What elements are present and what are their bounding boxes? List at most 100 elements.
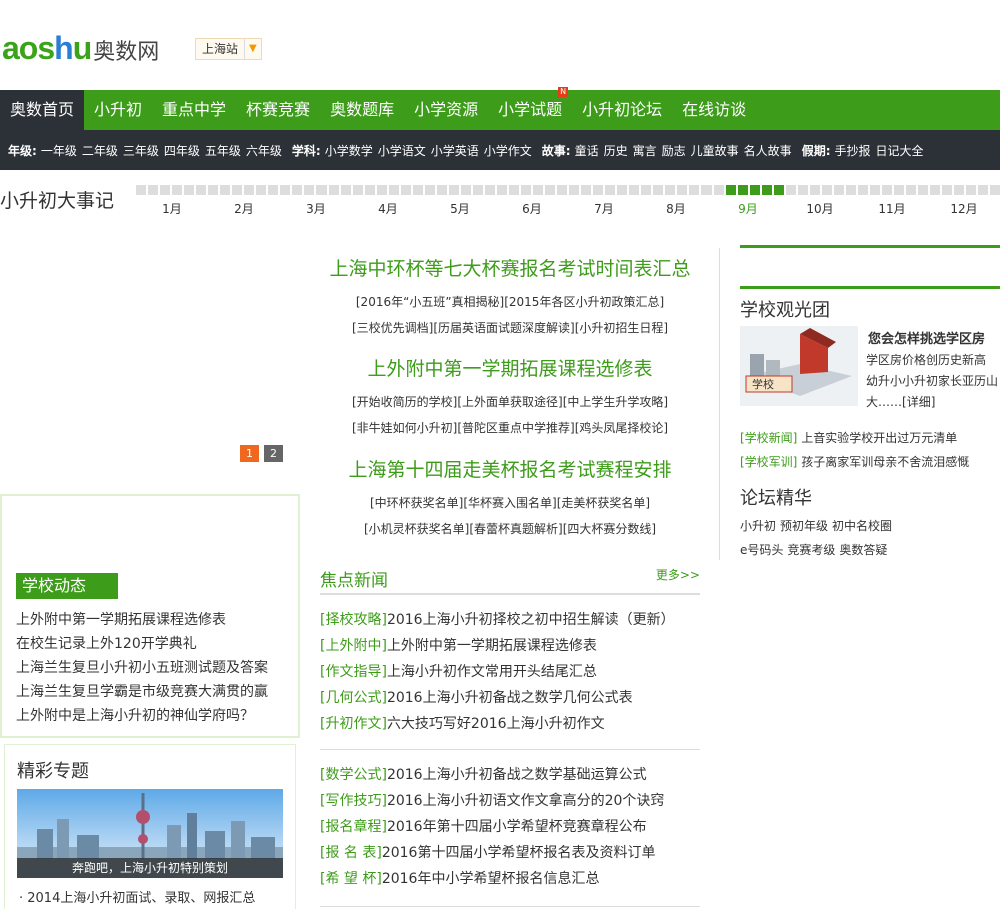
forum-link[interactable]: 竞赛考级	[787, 543, 835, 557]
news-tag[interactable]: [升初作文]	[320, 716, 387, 732]
subnav-link[interactable]: 寓言	[633, 142, 657, 159]
headline-title[interactable]: 上外附中第一学期拓展课程选修表	[320, 354, 700, 381]
subnav-link[interactable]: 小学语文	[378, 142, 426, 159]
focus-news-more-link[interactable]: 更多>>	[656, 566, 700, 583]
headline-link[interactable]: [春蕾杯真题解析]	[469, 522, 562, 536]
feature-more-link[interactable]: [详细]	[902, 395, 935, 409]
timeline-month[interactable]: 9月	[712, 200, 784, 217]
news-tag[interactable]: [几何公式]	[320, 690, 387, 706]
headline-link[interactable]: [非牛娃如何小升初]	[352, 421, 457, 435]
subnav-link[interactable]: 小学数学	[325, 142, 373, 159]
headline-link[interactable]: [中上学生升学攻略]	[563, 395, 668, 409]
timeline-month[interactable]: 10月	[784, 200, 856, 217]
news-tag[interactable]: [数学公式]	[320, 767, 387, 783]
nav-item[interactable]: 小学试题 N	[488, 87, 572, 130]
site-logo[interactable]: aoshu 奥数网	[2, 30, 159, 67]
forum-link[interactable]: 初中名校圈	[832, 519, 892, 533]
headline-link[interactable]: [三校优先调档]	[352, 321, 433, 335]
nav-item[interactable]: 在线访谈	[672, 90, 756, 130]
city-selector[interactable]: 上海站 ▼	[195, 38, 262, 60]
pager-page-1[interactable]: 1	[240, 445, 259, 462]
news-title[interactable]: 2016上海小升初备战之数学几何公式表	[387, 690, 633, 706]
headline-title[interactable]: 上海中环杯等七大杯赛报名考试时间表汇总	[320, 254, 700, 281]
topic-list-item[interactable]: · 2014上海小升初面试、录取、网报汇总	[19, 887, 255, 906]
subnav-link[interactable]: 四年级	[164, 142, 200, 159]
headline-link[interactable]: [历届英语面试题深度解读]	[433, 321, 574, 335]
subnav-link[interactable]: 二年级	[82, 142, 118, 159]
news-tag[interactable]: [作文指导]	[320, 664, 387, 680]
headline-link[interactable]: [小机灵杯获奖名单]	[364, 522, 469, 536]
subnav-link[interactable]: 一年级	[41, 142, 77, 159]
nav-item[interactable]: 小升初论坛	[572, 90, 672, 130]
news-title[interactable]: 上海小升初作文常用开头结尾汇总	[387, 664, 597, 680]
subnav-link[interactable]: 历史	[604, 142, 628, 159]
news-title[interactable]: 2016年第十四届小学希望杯竞赛章程公布	[387, 819, 647, 835]
subnav-link[interactable]: 童话	[575, 142, 599, 159]
headline-link[interactable]: [中环杯获奖名单]	[370, 496, 463, 510]
nav-item[interactable]: 小升初	[84, 90, 152, 130]
nav-item[interactable]: 奥数首页	[0, 90, 85, 130]
list-item[interactable]: 上海兰生复旦学霸是市级竞赛大满贯的赢	[16, 680, 268, 704]
headline-link[interactable]: [鸡头凤尾择校论]	[575, 421, 668, 435]
nav-item[interactable]: 重点中学	[152, 90, 236, 130]
news-item[interactable]: [作文指导]上海小升初作文常用开头结尾汇总	[320, 659, 700, 685]
subnav-link[interactable]: 励志	[662, 142, 686, 159]
subnav-link[interactable]: 小学作文	[484, 142, 532, 159]
news-tag[interactable]: [报名章程]	[320, 819, 387, 835]
subnav-link[interactable]: 手抄报	[835, 142, 871, 159]
news-title[interactable]: 上外附中第一学期拓展课程选修表	[387, 638, 597, 654]
list-item[interactable]: 上外附中是上海小升初的神仙学府吗？	[16, 704, 268, 728]
headline-link[interactable]: [2015年各区小升初政策汇总]	[504, 295, 664, 309]
news-item[interactable]: [报 名 表]2016第十四届小学希望杯报名表及资料订单	[320, 840, 700, 866]
timeline-month[interactable]: 2月	[208, 200, 280, 217]
pager-page-2[interactable]: 2	[264, 445, 283, 462]
headline-link[interactable]: [小升初招生日程]	[575, 321, 668, 335]
timeline-month[interactable]: 5月	[424, 200, 496, 217]
subnav-link[interactable]: 六年级	[246, 142, 282, 159]
news-item[interactable]: [报名章程]2016年第十四届小学希望杯竞赛章程公布	[320, 814, 700, 840]
news-item[interactable]: [写作技巧]2016上海小升初语文作文拿高分的20个诀窍	[320, 788, 700, 814]
news-tag[interactable]: [上外附中]	[320, 638, 387, 654]
timeline-month[interactable]: 3月	[280, 200, 352, 217]
nav-item[interactable]: 小学资源	[404, 90, 488, 130]
forum-link[interactable]: 奥数答疑	[839, 543, 887, 557]
forum-link[interactable]: 小升初	[740, 519, 776, 533]
headline-link[interactable]: [普陀区重点中学推荐]	[457, 421, 574, 435]
news-item[interactable]: [上外附中]上外附中第一学期拓展课程选修表	[320, 633, 700, 659]
news-title[interactable]: 2016上海小升初择校之初中招生解读（更新）	[387, 612, 675, 628]
news-item[interactable]: [升初作文]六大技巧写好2016上海小升初作文	[320, 711, 700, 737]
timeline-month[interactable]: 7月	[568, 200, 640, 217]
news-item[interactable]: [几何公式]2016上海小升初备战之数学几何公式表	[320, 685, 700, 711]
headline-link[interactable]: [2016年“小五班”真相揭秘]	[356, 295, 504, 309]
subnav-link[interactable]: 日记大全	[876, 142, 924, 159]
headline-link[interactable]: [华杯赛入围名单]	[463, 496, 556, 510]
news-tag[interactable]: [报 名 表]	[320, 845, 382, 861]
school-house-image[interactable]: 学校	[740, 326, 858, 406]
headline-link[interactable]: [开始收简历的学校]	[352, 395, 457, 409]
nav-item[interactable]: 奥数题库	[320, 90, 404, 130]
headline-link[interactable]: [上外面单获取途径]	[457, 395, 562, 409]
timeline-month[interactable]: 11月	[856, 200, 928, 217]
topic-banner-image[interactable]: 奔跑吧，上海小升初特别策划	[17, 789, 283, 878]
timeline-month[interactable]: 1月	[136, 200, 208, 217]
timeline-month[interactable]: 8月	[640, 200, 712, 217]
list-item[interactable]: 在校生记录上外120开学典礼	[16, 632, 268, 656]
subnav-link[interactable]: 名人故事	[744, 142, 792, 159]
nav-item[interactable]: 杯赛竞赛	[236, 90, 320, 130]
subnav-link[interactable]: 儿童故事	[691, 142, 739, 159]
news-title[interactable]: 2016第十四届小学希望杯报名表及资料订单	[382, 845, 656, 861]
news-title[interactable]: 2016上海小升初备战之数学基础运算公式	[387, 767, 647, 783]
headline-title[interactable]: 上海第十四届走美杯报名考试赛程安排	[320, 455, 700, 482]
news-tag[interactable]: [择校攻略]	[320, 612, 387, 628]
school-tour-row[interactable]: [学校新闻] 上音实验学校开出过万元清单	[740, 429, 957, 446]
news-title[interactable]: 六大技巧写好2016上海小升初作文	[387, 716, 605, 732]
news-tag[interactable]: [写作技巧]	[320, 793, 387, 809]
feature-title[interactable]: 您会怎样挑选学区房	[868, 328, 985, 347]
subnav-link[interactable]: 五年级	[205, 142, 241, 159]
school-tour-row[interactable]: [学校军训] 孩子离家军训母亲不舍流泪感慨	[740, 453, 969, 470]
subnav-link[interactable]: 三年级	[123, 142, 159, 159]
headline-link[interactable]: [四大杯赛分数线]	[563, 522, 656, 536]
forum-link[interactable]: e号码头	[740, 543, 783, 557]
news-item[interactable]: [择校攻略]2016上海小升初择校之初中招生解读（更新）	[320, 607, 700, 633]
news-item[interactable]: [数学公式]2016上海小升初备战之数学基础运算公式	[320, 762, 700, 788]
